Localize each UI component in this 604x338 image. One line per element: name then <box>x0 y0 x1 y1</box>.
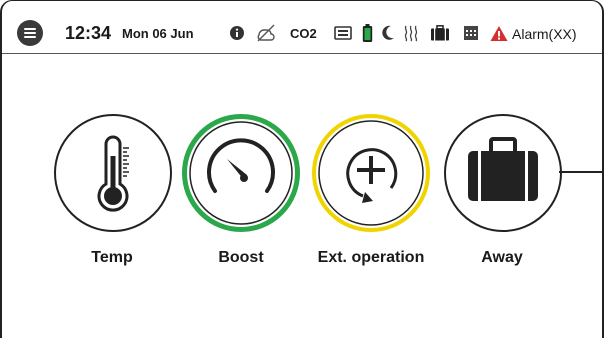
temp-button[interactable] <box>54 114 172 232</box>
info-icon[interactable] <box>228 23 246 43</box>
boost-label: Boost <box>218 249 264 266</box>
plus-circle-icon <box>318 120 424 226</box>
carousel-connector <box>559 171 602 173</box>
alarm-icon[interactable] <box>489 23 509 43</box>
heating-icon <box>402 23 420 43</box>
display-icon <box>333 23 353 43</box>
co2-label: CO2 <box>290 26 317 41</box>
menu-icon[interactable] <box>17 20 43 46</box>
thermometer-icon <box>97 135 129 212</box>
calendar-icon <box>462 23 480 43</box>
battery-icon <box>360 23 374 43</box>
no-connection-icon <box>255 23 277 43</box>
status-bar: 12:34 Mon 06 Jun CO2 Alarm(XX) <box>2 1 602 54</box>
away-icon <box>430 23 450 43</box>
away-button[interactable] <box>444 114 562 232</box>
ext-operation-label: Ext. operation <box>317 249 425 266</box>
speedometer-icon <box>189 121 293 225</box>
suitcase-icon <box>468 137 538 201</box>
clock-time: 12:34 <box>65 23 112 43</box>
ext-operation-button[interactable] <box>312 114 430 232</box>
temp-label: Temp <box>91 249 133 266</box>
away-label: Away <box>481 249 523 266</box>
night-icon <box>380 23 396 43</box>
clock-date: Mon 06 Jun <box>122 26 194 41</box>
boost-button[interactable] <box>182 114 300 232</box>
device-screen: 12:34 Mon 06 Jun CO2 Alarm(XX) Temp Boos… <box>0 0 604 338</box>
alarm-label[interactable]: Alarm(XX) <box>512 26 577 42</box>
